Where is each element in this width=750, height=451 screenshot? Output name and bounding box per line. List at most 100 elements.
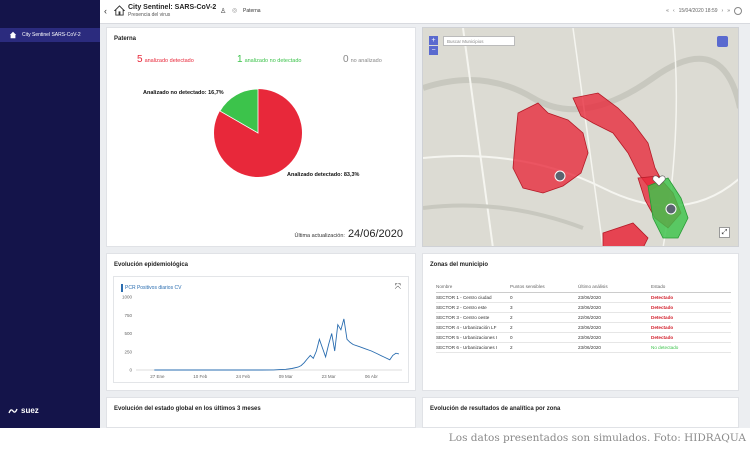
home-icon xyxy=(9,31,17,39)
stat-not-analyzed-label: no analizado xyxy=(350,58,382,64)
zone-name: SECTOR 2 - Centro este xyxy=(436,302,510,313)
zone-name: SECTOR 5 - Urbanizaciones I xyxy=(436,332,510,343)
y-tick-label: 250 xyxy=(124,349,132,354)
location-icon: ◎ xyxy=(232,8,238,14)
global-evolution-card: Evolución del estado global en los últim… xyxy=(106,397,416,428)
y-tick-label: 1000 xyxy=(122,295,133,300)
brand-logo: suez xyxy=(8,406,39,415)
zone-status: No detectado xyxy=(651,342,731,353)
suez-logo-icon xyxy=(8,408,18,413)
zone-status: Detectado xyxy=(651,312,731,323)
app-title: City Sentinel: SARS-CoV-2 xyxy=(128,4,217,11)
zone-last-analysis: 23/06/2020 xyxy=(578,332,651,343)
summary-title: Paterna xyxy=(114,36,137,42)
zone-last-analysis: 22/06/2020 xyxy=(578,312,651,323)
previous-icon[interactable]: ‹ xyxy=(673,8,675,14)
x-tick-label: 10 Feb xyxy=(193,374,208,379)
last-update: Última actualización: 24/06/2020 xyxy=(295,228,404,240)
zone-last-analysis: 23/06/2020 xyxy=(578,292,651,303)
sidebar-item-city-sentinel[interactable]: City Sentinel SARS-CoV-2 xyxy=(0,28,100,42)
municipality-search-input[interactable]: Buscar Municipios xyxy=(443,36,515,46)
zone-last-analysis: 23/06/2020 xyxy=(578,342,651,353)
current-city[interactable]: Paterna xyxy=(243,8,261,14)
epi-chart: PCR Positivos diarios CV ⤧ 0 250 500 750 100… xyxy=(113,276,409,383)
stat-not-analyzed: 0 no analizado xyxy=(343,54,382,65)
city-home-icon xyxy=(114,5,125,16)
zone-name: SECTOR 1 - Centro ciudad xyxy=(436,292,510,303)
sensor-cluster-marker[interactable] xyxy=(554,170,566,182)
back-arrow-icon[interactable]: ‹ xyxy=(104,6,107,16)
datetime: 15/04/2020 18:59 xyxy=(678,8,718,14)
stat-not-analyzed-count: 0 xyxy=(343,54,349,65)
zone-points: 2 xyxy=(510,342,578,353)
col-header-date[interactable]: Último análisis xyxy=(578,282,651,293)
zoom-out-button[interactable]: − xyxy=(429,46,438,55)
app-subtitle: Presencia del virus xyxy=(128,12,171,18)
epi-line-chart: 0 250 500 750 1000 27 Ene 10 Feb 24 Feb 09 Mar 23… xyxy=(122,295,402,379)
table-row[interactable]: SECTOR 4 - Urbanización LF 2 23/06/2020 Det… xyxy=(436,322,731,333)
status-pie-chart xyxy=(214,88,302,177)
zone-last-analysis: 23/06/2020 xyxy=(578,302,651,313)
zone-name: SECTOR 4 - Urbanización LF xyxy=(436,322,510,333)
stat-not-detected: 1 analizado no detectado xyxy=(237,54,301,65)
global-evolution-title: Evolución del estado global en los últim… xyxy=(114,406,261,412)
top-bar: ‹ City Sentinel: SARS-CoV-2 Presencia de… xyxy=(100,0,750,24)
summary-card: Paterna 5 analizado detectado 1 analizad… xyxy=(106,27,416,247)
pie-label-detected: Analizado detectado: 83,3% xyxy=(287,172,360,178)
sidebar: City Sentinel SARS-CoV-2 suez xyxy=(0,0,100,428)
zone-points: 2 xyxy=(510,322,578,333)
col-header-name[interactable]: Nombre xyxy=(436,282,510,293)
zone-status: Detectado xyxy=(651,292,731,303)
x-tick-label: 23 Mar xyxy=(322,374,337,379)
zone-name: SECTOR 3 - Centro oeste xyxy=(436,312,510,323)
x-tick-label: 27 Ene xyxy=(150,374,165,379)
pie-label-not-detected: Analizado no detectado: 16,7% xyxy=(143,90,224,96)
x-tick-label: 09 Mar xyxy=(279,374,294,379)
epi-title: Evolución epidemiológica xyxy=(114,262,189,268)
col-header-points[interactable]: Puntos sensibles xyxy=(510,282,578,293)
table-row[interactable]: SECTOR 2 - Centro este 3 23/06/2020 Detecta… xyxy=(436,302,731,313)
fullscreen-icon[interactable]: ⤢ xyxy=(719,227,730,238)
previous-date-icon[interactable]: « xyxy=(666,8,669,14)
municipality-map[interactable]: Buscar Municipios + − ⤢ xyxy=(422,27,739,247)
layers-icon[interactable] xyxy=(717,36,728,47)
zone-status: Detectado xyxy=(651,302,731,313)
app-window: City Sentinel SARS-CoV-2 suez ‹ City Sen… xyxy=(0,0,750,428)
next-icon[interactable]: › xyxy=(722,8,724,14)
sensor-cluster-marker[interactable] xyxy=(665,203,677,215)
zone-points: 0 xyxy=(510,332,578,343)
col-header-status[interactable]: Estado xyxy=(651,282,731,293)
stat-not-detected-count: 1 xyxy=(237,54,243,65)
series-line-pcr-positivos[interactable] xyxy=(154,318,400,371)
last-update-date: 24/06/2020 xyxy=(347,228,403,240)
user-icon[interactable] xyxy=(734,7,742,15)
next-date-icon[interactable]: » xyxy=(727,8,730,14)
stat-detected-label: analizado detectado xyxy=(144,58,194,64)
stat-detected: 5 analizado detectado xyxy=(137,54,194,65)
organization-icon[interactable]: ♙ xyxy=(220,7,226,15)
zone-status: Detectado xyxy=(651,332,731,343)
y-tick-label: 500 xyxy=(124,331,132,336)
photo-caption: Los datos presentados son simulados. Fot… xyxy=(448,432,746,444)
table-row[interactable]: SECTOR 1 - Centro ciudad 0 23/06/2020 Detec… xyxy=(436,292,731,303)
top-right-controls: « ‹ 15/04/2020 18:59 › » xyxy=(666,7,742,15)
table-header-row: Nombre Puntos sensibles Último análisis … xyxy=(436,282,731,293)
zone-status: Detectado xyxy=(651,322,731,333)
zoom-in-button[interactable]: + xyxy=(429,36,438,45)
x-tick-label: 06 Abr xyxy=(365,374,379,379)
table-row[interactable]: SECTOR 6 - Urbanizaciones I 2 23/06/2020 No… xyxy=(436,342,731,353)
zone-name: SECTOR 6 - Urbanizaciones I xyxy=(436,342,510,353)
sidebar-item-label: City Sentinel SARS-CoV-2 xyxy=(22,32,81,38)
stat-detected-count: 5 xyxy=(137,54,143,65)
zone-points: 0 xyxy=(510,292,578,303)
y-tick-label: 0 xyxy=(129,368,132,373)
zone-points: 3 xyxy=(510,302,578,313)
table-row[interactable]: SECTOR 3 - Centro oeste 2 22/06/2020 Detect… xyxy=(436,312,731,323)
y-tick-label: 750 xyxy=(124,313,132,318)
table-row[interactable]: SECTOR 5 - Urbanizaciones I 0 23/06/2020 De… xyxy=(436,332,731,343)
zones-title: Zonas del municipio xyxy=(430,262,489,268)
zone-results-title: Evolución de resultados de analítica por… xyxy=(430,406,561,412)
x-tick-label: 24 Feb xyxy=(236,374,251,379)
zones-table: Nombre Puntos sensibles Último análisis … xyxy=(436,282,731,353)
map-canvas[interactable] xyxy=(423,28,739,247)
